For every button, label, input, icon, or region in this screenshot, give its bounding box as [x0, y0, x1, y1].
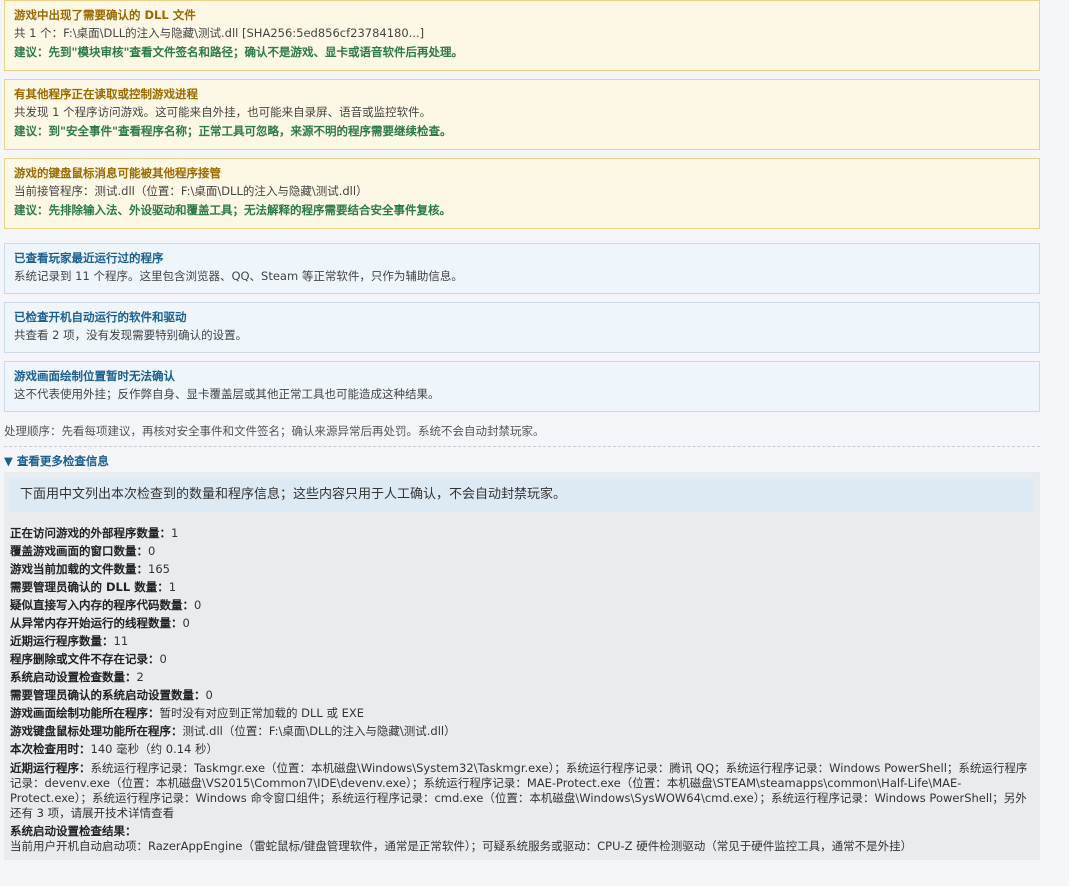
- stat-row: 覆盖游戏画面的窗口数量：0: [10, 544, 156, 558]
- warning-card-dll: 游戏中出现了需要确认的 DLL 文件 共 1 个：F:\桌面\DLL的注入与隐藏…: [4, 0, 1040, 71]
- info-title: 游戏画面绘制位置暂时无法确认: [14, 369, 175, 383]
- stat-row: 本次检查用时：140 毫秒（约 0.14 秒）: [10, 742, 219, 756]
- warning-card-process-access: 有其他程序正在读取或控制游戏进程 共发现 1 个程序访问游戏。这可能来自外挂，也…: [4, 79, 1040, 150]
- warning-advice: 建议：到"安全事件"查看程序名称；正常工具可忽略，来源不明的程序需要继续检查。: [14, 124, 452, 138]
- warning-card-input-hook: 游戏的键盘鼠标消息可能被其他程序接管 当前接管程序：测试.dll（位置：F:\桌…: [4, 158, 1040, 229]
- stat-row: 系统启动设置检查数量：2: [10, 670, 144, 684]
- info-card-recent-programs: 已查看玩家最近运行过的程序 系统记录到 11 个程序。这里包含浏览器、QQ、St…: [4, 243, 1040, 294]
- warning-body: 共 1 个：F:\桌面\DLL的注入与隐藏\测试.dll [SHA256:5ed…: [14, 26, 425, 40]
- stat-row: 游戏当前加载的文件数量：165: [10, 562, 170, 576]
- stat-row: 游戏画面绘制功能所在程序：暂时没有对应到正常加载的 DLL 或 EXE: [10, 706, 365, 720]
- info-body: 系统记录到 11 个程序。这里包含浏览器、QQ、Steam 等正常软件，只作为辅…: [14, 269, 463, 283]
- info-title: 已查看玩家最近运行过的程序: [14, 251, 164, 265]
- warning-body: 当前接管程序：测试.dll（位置：F:\桌面\DLL的注入与隐藏\测试.dll）: [14, 184, 368, 198]
- stat-row: 近期运行程序数量：11: [10, 634, 129, 648]
- details-intro: 下面用中文列出本次检查到的数量和程序信息；这些内容只用于人工确认，不会自动封禁玩…: [10, 478, 1034, 512]
- warning-body: 共发现 1 个程序访问游戏。这可能来自外挂，也可能来自录屏、语音或监控软件。: [14, 105, 432, 119]
- details-panel: 下面用中文列出本次检查到的数量和程序信息；这些内容只用于人工确认，不会自动封禁玩…: [4, 472, 1040, 860]
- warning-advice: 建议：先排除输入法、外设驱动和覆盖工具；无法解释的程序需要结合安全事件复核。: [14, 203, 451, 217]
- stat-row: 需要管理员确认的 DLL 数量：1: [10, 580, 177, 594]
- stat-row: 正在访问游戏的外部程序数量：1: [10, 526, 179, 540]
- warning-title: 有其他程序正在读取或控制游戏进程: [14, 87, 198, 101]
- scrollbar[interactable]: [1052, 0, 1069, 886]
- warning-title: 游戏中出现了需要确认的 DLL 文件: [14, 8, 196, 22]
- process-note: 处理顺序：先看每项建议，再核对安全事件和文件签名；确认来源异常后再处罚。系统不会…: [4, 416, 1040, 447]
- info-card-render-location: 游戏画面绘制位置暂时无法确认 这不代表使用外挂；反作弊自身、显卡覆盖层或其他正常…: [4, 361, 1040, 412]
- warning-advice: 建议：先到"模块审核"查看文件签名和路径；确认不是游戏、显卡或语音软件后再处理。: [14, 45, 463, 59]
- warning-title: 游戏的键盘鼠标消息可能被其他程序接管: [14, 166, 221, 180]
- more-info-toggle[interactable]: ▼ 查看更多检查信息: [4, 447, 1040, 472]
- stat-row: 从异常内存开始运行的线程数量：0: [10, 616, 190, 630]
- info-title: 已检查开机自动运行的软件和驱动: [14, 310, 187, 324]
- stat-row: 疑似直接写入内存的程序代码数量：0: [10, 598, 202, 612]
- stat-row: 需要管理员确认的系统启动设置数量：0: [10, 688, 213, 702]
- recent-programs-row: 近期运行程序：系统运行程序记录：Taskmgr.exe（位置：本机磁盘\Wind…: [10, 761, 1028, 820]
- startup-check-row: 系统启动设置检查结果：当前用户开机自动启动项：RazerAppEngine（雷蛇…: [10, 824, 913, 853]
- info-body: 共查看 2 项，没有发现需要特别确认的设置。: [14, 328, 248, 342]
- stat-row: 游戏键盘鼠标处理功能所在程序：测试.dll（位置：F:\桌面\DLL的注入与隐藏…: [10, 724, 456, 738]
- info-body: 这不代表使用外挂；反作弊自身、显卡覆盖层或其他正常工具也可能造成这种结果。: [14, 387, 440, 401]
- report-content: 游戏中出现了需要确认的 DLL 文件 共 1 个：F:\桌面\DLL的注入与隐藏…: [4, 0, 1040, 860]
- info-card-startup: 已检查开机自动运行的软件和驱动 共查看 2 项，没有发现需要特别确认的设置。: [4, 302, 1040, 353]
- stat-row: 程序删除或文件不存在记录：0: [10, 652, 167, 666]
